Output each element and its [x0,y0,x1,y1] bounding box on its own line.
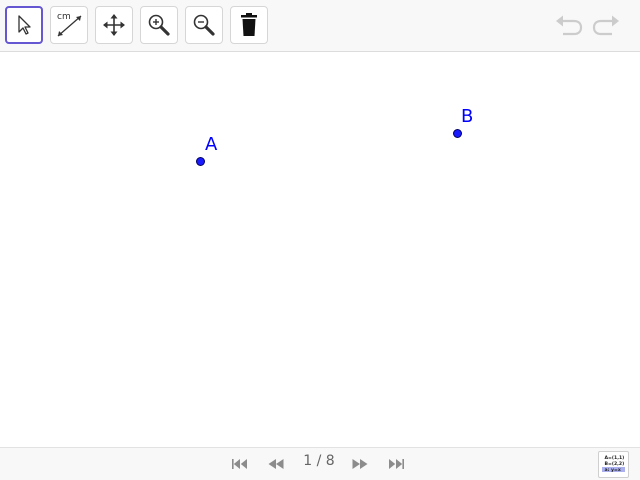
undo-button[interactable] [553,12,585,40]
geogebra-app: cm A B 1 / 8 A=(1,1) B=(2,2) a: y=x [0,0,640,480]
redo-icon [591,12,621,40]
first-page-icon [231,455,249,474]
zoom-in-icon [146,12,172,38]
page-indicator: 1 / 8 [303,453,335,469]
point-b[interactable] [453,129,462,138]
point-a[interactable] [196,157,205,166]
point-a-label[interactable]: A [205,136,217,154]
distance-tool-button[interactable]: cm [50,6,88,44]
move-tool-button[interactable] [5,6,43,44]
redo-button[interactable] [590,12,622,40]
algebra-line-a: A=(1,1) [605,455,625,461]
graphics-view[interactable]: A B [0,53,640,447]
zoom-in-button[interactable] [140,6,178,44]
previous-page-button[interactable] [266,456,286,472]
first-page-button[interactable] [230,456,250,472]
algebra-line-line: a: y=x [605,468,621,473]
trash-icon [238,12,260,38]
four-arrows-icon [101,12,127,38]
delete-button[interactable] [230,6,268,44]
zoom-out-button[interactable] [185,6,223,44]
next-page-button[interactable] [350,456,370,472]
point-b-label[interactable]: B [461,108,473,126]
next-page-icon [351,455,369,474]
undo-icon [554,12,584,40]
last-page-button[interactable] [386,456,406,472]
toolbar: cm [0,0,640,52]
algebra-view-button[interactable]: A=(1,1) B=(2,2) a: y=x [598,451,629,478]
cursor-arrow-icon [14,14,34,36]
move-graphics-view-button[interactable] [95,6,133,44]
distance-tool-label: cm [57,12,71,22]
last-page-icon [387,455,405,474]
zoom-out-icon [191,12,217,38]
algebra-line-b: B=(2,2) [605,461,625,467]
algebra-view-icon: A=(1,1) B=(2,2) a: y=x [601,452,626,477]
previous-page-icon [267,455,285,474]
ruler-distance-icon: cm [52,8,86,42]
page-navigation-bar: 1 / 8 A=(1,1) B=(2,2) a: y=x [0,447,640,480]
